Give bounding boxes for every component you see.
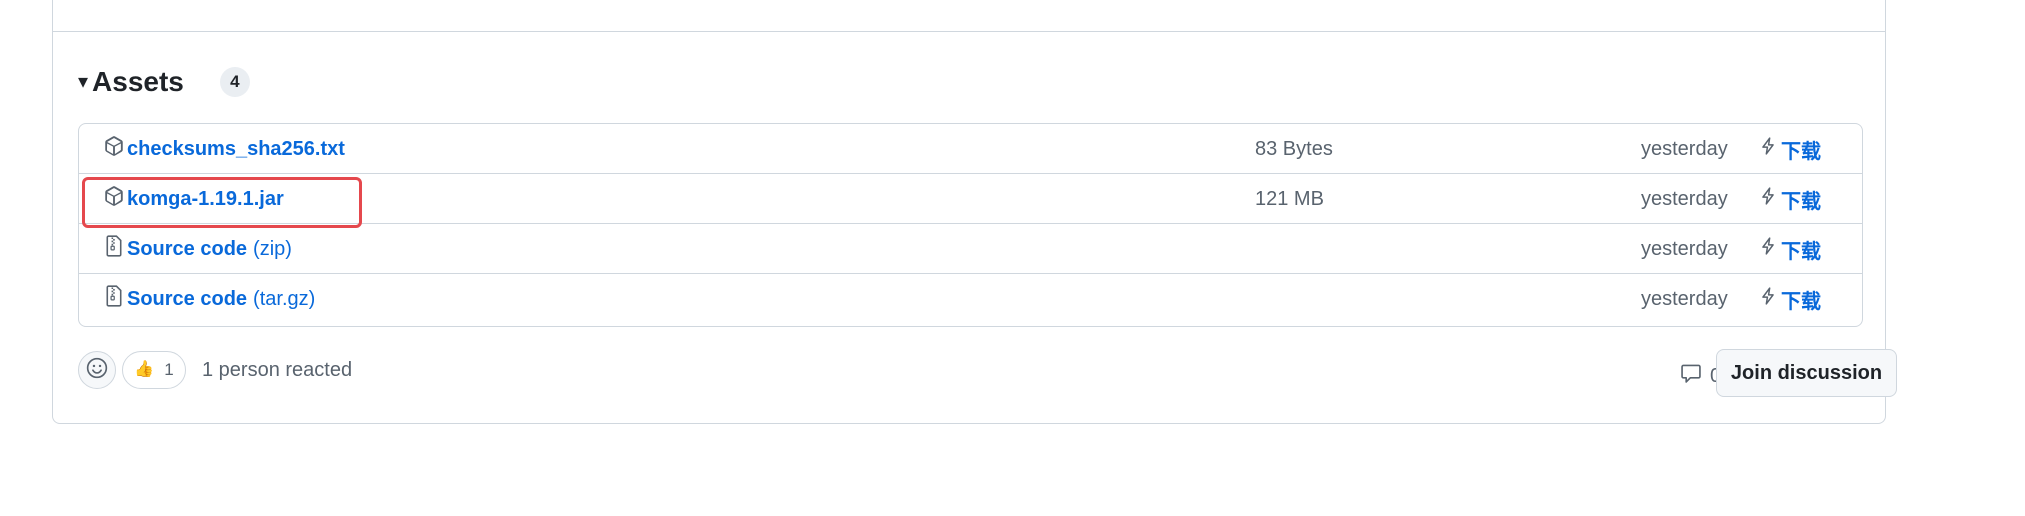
- download-button[interactable]: 下载: [1759, 174, 1821, 224]
- assets-list: checksums_sha256.txt 83 Bytes yesterday …: [78, 123, 1863, 327]
- asset-link-jar[interactable]: komga-1.19.1.jar: [103, 174, 284, 224]
- asset-name: Source code: [127, 287, 248, 310]
- comment-icon: [1680, 362, 1702, 390]
- download-label: 下载: [1781, 240, 1821, 263]
- smiley-icon: [86, 357, 108, 384]
- comment-count[interactable]: 0: [1680, 357, 1721, 395]
- lightning-icon: [1759, 235, 1779, 257]
- asset-date: yesterday: [1641, 287, 1728, 310]
- asset-date: yesterday: [1641, 137, 1728, 160]
- package-icon: [103, 135, 125, 157]
- download-button[interactable]: 下载: [1759, 124, 1821, 174]
- reaction-summary: 1 person reacted: [202, 358, 353, 381]
- thumbs-up-reaction[interactable]: 👍 1: [122, 351, 186, 389]
- asset-suffix: (zip): [253, 237, 292, 260]
- lightning-icon: [1759, 285, 1779, 307]
- divider: [53, 31, 1885, 32]
- asset-date: yesterday: [1641, 237, 1728, 260]
- thumbs-up-icon: 👍: [134, 361, 155, 378]
- asset-row: Source code (tar.gz) yesterday 下载: [79, 274, 1862, 326]
- asset-name: checksums_sha256.txt: [127, 137, 345, 160]
- asset-link-source-zip[interactable]: Source code (zip): [103, 224, 292, 274]
- assets-toggle[interactable]: ▾ Assets 4: [78, 62, 250, 102]
- add-reaction-button[interactable]: [78, 351, 116, 389]
- asset-row: checksums_sha256.txt 83 Bytes yesterday …: [79, 124, 1862, 174]
- package-icon: [103, 185, 125, 207]
- file-zip-icon: [103, 285, 125, 307]
- asset-name: Source code: [127, 237, 248, 260]
- asset-size: 121 MB: [1255, 187, 1324, 210]
- lightning-icon: [1759, 135, 1779, 157]
- lightning-icon: [1759, 185, 1779, 207]
- asset-name: komga-1.19.1.jar: [127, 187, 284, 210]
- assets-count-badge: 4: [219, 67, 250, 97]
- asset-size: 83 Bytes: [1255, 137, 1333, 160]
- join-discussion-button[interactable]: Join discussion: [1716, 349, 1897, 397]
- asset-link-checksums[interactable]: checksums_sha256.txt: [103, 124, 345, 174]
- release-card: ▾ Assets 4 checksums_sha256.txt 83 Bytes…: [52, 0, 1897, 424]
- asset-date: yesterday: [1641, 187, 1728, 210]
- asset-row: Source code (zip) yesterday 下载: [79, 224, 1862, 274]
- download-label: 下载: [1781, 190, 1821, 213]
- download-label: 下载: [1781, 290, 1821, 313]
- reaction-count: 1: [164, 360, 174, 379]
- reactions-footer: 👍 1 1 person reacted 0 Join discussion: [78, 349, 1897, 401]
- asset-row: komga-1.19.1.jar 121 MB yesterday 下载: [79, 174, 1862, 224]
- download-button[interactable]: 下载: [1759, 274, 1821, 324]
- asset-link-source-targz[interactable]: Source code (tar.gz): [103, 274, 315, 324]
- triangle-down-icon: ▾: [78, 71, 89, 93]
- release-page: ▾ Assets 4 checksums_sha256.txt 83 Bytes…: [0, 0, 2025, 516]
- download-button[interactable]: 下载: [1759, 224, 1821, 274]
- assets-title: Assets: [92, 66, 184, 97]
- download-label: 下载: [1781, 140, 1821, 163]
- file-zip-icon: [103, 235, 125, 257]
- asset-suffix: (tar.gz): [253, 287, 316, 310]
